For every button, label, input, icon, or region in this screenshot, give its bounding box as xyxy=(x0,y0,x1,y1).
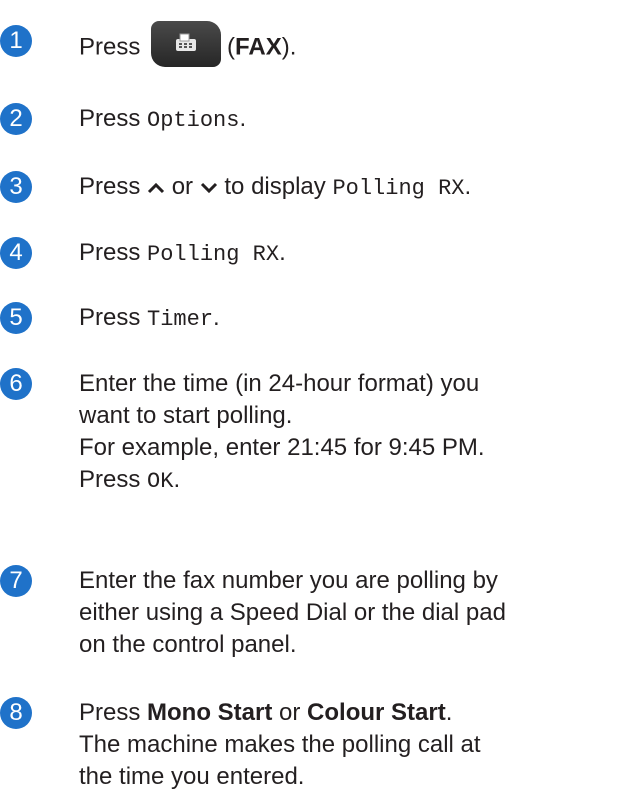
step-text-press: Press xyxy=(79,466,141,493)
step-number-badge: 2 xyxy=(0,103,32,135)
step-text: Press Polling RX. xyxy=(79,237,609,271)
text-line: on the control panel. xyxy=(79,631,297,658)
step-text: Press Options. xyxy=(79,103,609,137)
polling-rx-key: Polling RX xyxy=(147,242,280,267)
text-line: Enter the fax number you are polling by xyxy=(79,567,498,594)
step-text: Enter the fax number you are polling by … xyxy=(79,565,609,661)
text-line: Enter the time (in 24-hour format) you xyxy=(79,370,480,397)
step-number-badge: 5 xyxy=(0,302,32,334)
period: . xyxy=(445,699,453,726)
mono-start-label: Mono Start xyxy=(147,699,273,726)
period: . xyxy=(239,105,247,132)
period: . xyxy=(173,466,181,493)
chevron-down-icon xyxy=(200,182,217,193)
text-line: The machine makes the polling call at xyxy=(79,731,481,758)
step-text-press: Press xyxy=(79,304,141,331)
step-text: Enter the time (in 24-hour format) you w… xyxy=(79,368,609,498)
to-display-text: to display xyxy=(224,173,326,200)
timer-key: Timer xyxy=(147,307,214,332)
paren-open: ( xyxy=(227,33,236,61)
step-number-badge: 8 xyxy=(0,697,32,729)
step-text: Press (FAX). xyxy=(79,21,609,71)
fax-machine-icon xyxy=(176,33,197,51)
options-key: Options xyxy=(147,108,240,133)
step-text-press: Press xyxy=(79,173,141,200)
period: . xyxy=(464,173,472,200)
or-text: or xyxy=(171,173,194,200)
step-text: Press Timer. xyxy=(79,302,609,336)
text-line: Press OK. xyxy=(79,464,609,498)
step-number-badge: 4 xyxy=(0,237,32,269)
fax-label: FAX xyxy=(235,33,282,61)
or-text: or xyxy=(279,699,301,726)
text-line: either using a Speed Dial or the dial pa… xyxy=(79,599,506,626)
polling-rx-key: Polling RX xyxy=(332,176,465,201)
step-text-press: Press xyxy=(79,33,141,61)
step-text-press: Press xyxy=(79,105,141,132)
step-number-badge: 7 xyxy=(0,565,32,597)
step-text: Press or to display Polling RX. xyxy=(79,171,609,205)
step-number-badge: 1 xyxy=(0,25,32,57)
colour-start-label: Colour Start xyxy=(307,699,446,726)
step-number-badge: 6 xyxy=(0,368,32,400)
text-line: the time you entered. xyxy=(79,763,305,790)
chevron-up-icon xyxy=(147,182,165,193)
text-line: want to start polling. xyxy=(79,402,293,429)
fax-button xyxy=(151,21,222,67)
paren-close: ). xyxy=(281,33,297,61)
step-number-badge: 3 xyxy=(0,171,32,203)
step-text: Press Mono Start or Colour Start. The ma… xyxy=(79,697,609,793)
ok-key: OK xyxy=(147,469,174,494)
text-line: For example, enter 21:45 for 9:45 PM. xyxy=(79,434,485,461)
step-text-press: Press xyxy=(79,239,141,266)
period: . xyxy=(213,304,220,331)
step-text-press: Press xyxy=(79,699,141,726)
text-line: Press Mono Start or Colour Start. xyxy=(79,697,609,729)
period: . xyxy=(279,239,286,266)
